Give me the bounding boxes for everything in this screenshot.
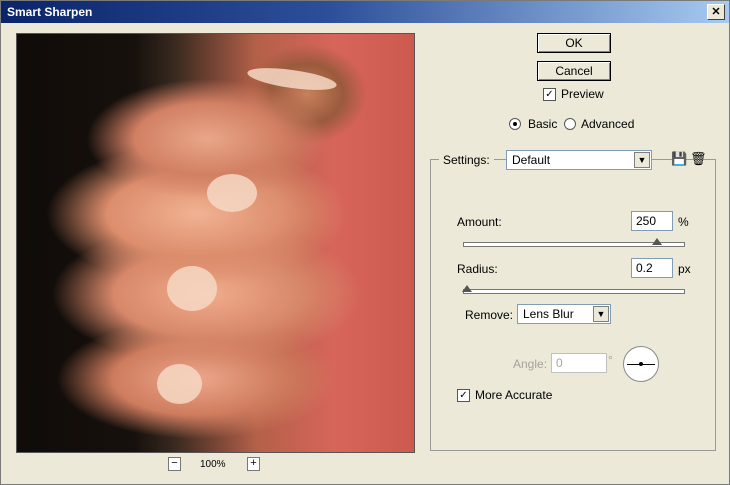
radius-slider-track[interactable] [463,289,685,294]
amount-unit: % [678,215,689,229]
fingernail [207,174,257,212]
radius-label: Radius: [457,262,498,276]
window-title: Smart Sharpen [7,5,93,19]
amount-input[interactable]: 250 [631,211,673,231]
preview-checkbox[interactable]: ✓ [543,88,556,101]
amount-slider-thumb[interactable] [651,238,662,245]
settings-label: Settings: [439,153,494,167]
angle-label: Angle: [513,357,548,371]
close-button[interactable]: ✕ [707,4,725,20]
radius-unit: px [678,262,691,276]
cancel-button[interactable]: Cancel [537,61,611,81]
fingernail [167,266,217,311]
radius-slider-thumb[interactable] [462,285,472,292]
remove-select[interactable]: Lens Blur ▼ [517,304,611,324]
zoom-level: 100% [200,459,226,470]
close-icon: ✕ [711,6,721,18]
remove-label: Remove: [465,308,514,322]
more-accurate-label: More Accurate [475,388,553,402]
angle-dial [623,346,659,382]
zoom-in-button[interactable]: + [247,457,260,471]
angle-unit: ° [608,353,613,367]
chevron-down-icon: ▼ [634,152,650,168]
basic-label: Basic [528,117,558,131]
fingernail [157,364,202,404]
zoom-out-button[interactable]: − [168,457,181,471]
advanced-label: Advanced [581,117,635,131]
advanced-radio[interactable] [564,118,576,130]
amount-label: Amount: [457,215,502,229]
preview-label: Preview [561,87,604,101]
trash-icon[interactable]: 🗑 [690,152,707,165]
radius-input[interactable]: 0.2 [631,258,673,278]
ok-button[interactable]: OK [537,33,611,53]
more-accurate-checkbox[interactable]: ✓ [457,389,470,402]
title-bar: Smart Sharpen ✕ [1,1,729,23]
preview-image[interactable] [16,33,415,453]
fingernail [246,63,338,95]
settings-select[interactable]: Default ▼ [506,150,652,170]
smart-sharpen-dialog: Smart Sharpen ✕ − 100% + OK Cancel ✓ Pre… [0,0,730,485]
angle-input: 0 [551,353,607,373]
basic-radio[interactable] [509,118,521,130]
chevron-down-icon: ▼ [593,306,609,322]
save-settings-icon[interactable]: 💾 [671,152,687,165]
